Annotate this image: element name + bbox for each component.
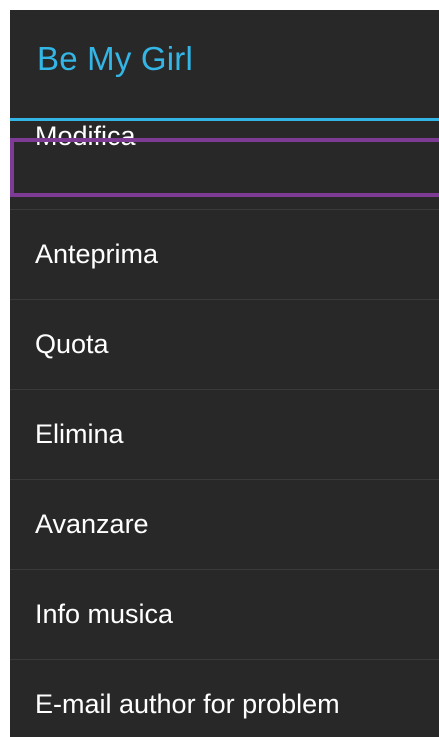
context-menu-dialog: Be My Girl Modifica Anteprima Quota Elim… bbox=[10, 10, 439, 737]
menu-item-label: Info musica bbox=[35, 599, 174, 629]
menu-item-anteprima[interactable]: Anteprima bbox=[10, 210, 439, 300]
menu-item-label: Avanzare bbox=[35, 509, 149, 539]
menu-item-label: Quota bbox=[35, 329, 109, 359]
menu-item-avanzare[interactable]: Avanzare bbox=[10, 480, 439, 570]
dialog-title: Be My Girl bbox=[37, 40, 194, 77]
menu-item-quota[interactable]: Quota bbox=[10, 300, 439, 390]
menu-item-elimina[interactable]: Elimina bbox=[10, 390, 439, 480]
menu-item-label: Modifica bbox=[35, 120, 136, 151]
menu-item-info-musica[interactable]: Info musica bbox=[10, 570, 439, 660]
menu-item-label: Elimina bbox=[35, 419, 124, 449]
menu-item-modifica[interactable]: Modifica bbox=[10, 121, 439, 210]
menu-item-label: E-mail author for problem bbox=[35, 689, 340, 719]
menu-list: Modifica Anteprima Quota Elimina Avanzar… bbox=[10, 121, 439, 737]
menu-item-label: Anteprima bbox=[35, 239, 159, 269]
menu-item-email-author[interactable]: E-mail author for problem bbox=[10, 660, 439, 737]
